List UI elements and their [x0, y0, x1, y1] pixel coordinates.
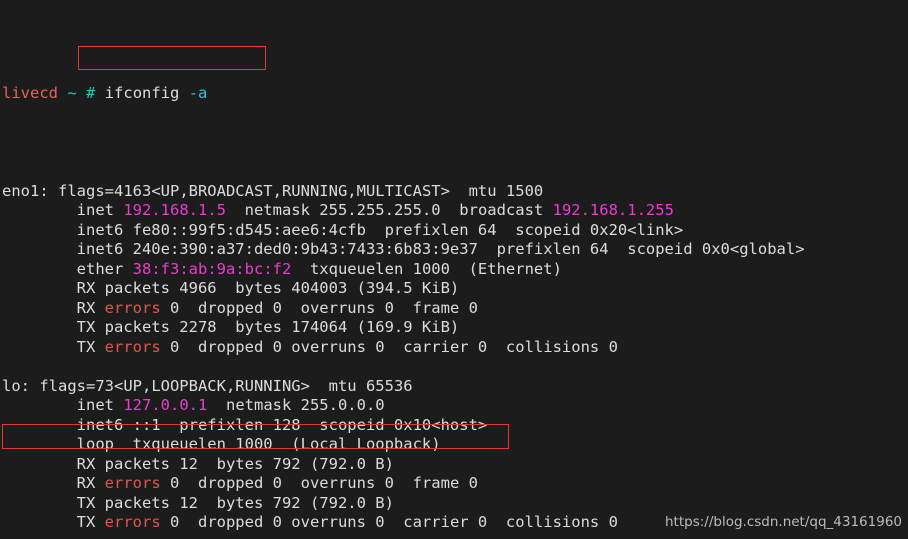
- interface-header-line: eno1: flags=4163<UP,BROADCAST,RUNNING,MU…: [2, 182, 908, 202]
- interface-detail-line: inet6 240e:390:a37:ded0:9b43:7433:6b83:9…: [2, 240, 908, 260]
- interface-header-line: lo: flags=73<UP,LOOPBACK,RUNNING> mtu 65…: [2, 377, 908, 397]
- line-segment: RX: [76, 474, 105, 492]
- command-name: ifconfig: [104, 84, 180, 102]
- terminal-window[interactable]: livecd ~ # ifconfig -a eno1: flags=4163<…: [0, 0, 908, 539]
- prompt-space-2: [77, 84, 86, 102]
- line-segment: 0 dropped 0 overruns 0 frame 0: [160, 474, 478, 492]
- line-segment: 0 dropped 0 overruns 0 carrier 0 collisi…: [160, 513, 618, 531]
- interface-detail-line: RX packets 12 bytes 792 (792.0 B): [2, 455, 908, 475]
- line-segment: ether: [76, 259, 133, 278]
- watermark: https://blog.csdn.net/qq_43161960: [664, 513, 902, 530]
- interface-detail-line: TX errors 0 dropped 0 overruns 0 carrier…: [2, 338, 908, 358]
- interface-detail-line: RX packets 4966 bytes 404003 (394.5 KiB): [2, 279, 908, 299]
- line-segment: 192.168.1.5: [123, 201, 226, 219]
- line-segment: 38:f3:ab:9a:bc:f2: [132, 259, 292, 278]
- line-segment: loop txqueuelen 1000 (Local Loopback): [76, 435, 441, 453]
- interface-flags: flags=4163<UP,BROADCAST,RUNNING,MULTICAS…: [48, 181, 544, 200]
- interface-name: eno1:: [2, 181, 49, 200]
- line-segment: RX packets 12 bytes 792 (792.0 B): [76, 454, 394, 473]
- line-segment: 0 dropped 0 overruns 0 carrier 0 collisi…: [160, 337, 618, 356]
- interface-detail-line: TX packets 2278 bytes 174064 (169.9 KiB): [2, 318, 908, 338]
- line-segment: 0 dropped 0 overruns 0 frame 0: [160, 298, 478, 317]
- prompt-space-3: [95, 84, 104, 102]
- interface-detail-line: inet 127.0.0.1 netmask 255.0.0.0: [2, 396, 908, 416]
- prompt-path: ~: [67, 84, 77, 102]
- line-segment: netmask 255.0.0.0: [207, 396, 385, 414]
- line-segment: RX packets 4966 bytes 404003 (394.5 KiB): [76, 279, 460, 297]
- prompt-symbol: #: [86, 84, 96, 102]
- line-segment: errors: [104, 513, 161, 531]
- interface-block: lo: flags=73<UP,LOOPBACK,RUNNING> mtu 65…: [2, 377, 908, 533]
- line-segment: TX packets 12 bytes 792 (792.0 B): [76, 493, 394, 512]
- line-segment: txqueuelen 1000 (Ethernet): [291, 259, 562, 278]
- command-arg: -a: [188, 84, 208, 102]
- interface-detail-line: inet6 fe80::99f5:d545:aee6:4cfb prefixle…: [2, 221, 908, 241]
- line-segment: inet6 240e:390:a37:ded0:9b43:7433:6b83:9…: [76, 240, 805, 258]
- command-space: [179, 84, 188, 102]
- line-segment: inet6 ::1 prefixlen 128 scopeid 0x10<hos…: [76, 415, 488, 434]
- prompt-space-1: [58, 84, 67, 102]
- line-segment: errors: [104, 337, 161, 356]
- line-segment: errors: [104, 298, 161, 317]
- interface-block: eno1: flags=4163<UP,BROADCAST,RUNNING,MU…: [2, 182, 908, 358]
- line-segment: TX packets 2278 bytes 174064 (169.9 KiB): [76, 318, 460, 336]
- command-prompt-line: livecd ~ # ifconfig -a: [2, 84, 908, 104]
- interface-detail-line: inet 192.168.1.5 netmask 255.255.255.0 b…: [2, 201, 908, 221]
- line-segment: errors: [104, 474, 161, 492]
- line-segment: inet6 fe80::99f5:d545:aee6:4cfb prefixle…: [76, 220, 684, 239]
- interface-detail-line: loop txqueuelen 1000 (Local Loopback): [2, 435, 908, 455]
- terminal-output: livecd ~ # ifconfig -a eno1: flags=4163<…: [2, 6, 908, 539]
- interface-detail-line: inet6 ::1 prefixlen 128 scopeid 0x10<hos…: [2, 416, 908, 436]
- line-segment: 192.168.1.255: [552, 201, 674, 219]
- interface-list: eno1: flags=4163<UP,BROADCAST,RUNNING,MU…: [2, 182, 908, 539]
- line-segment: 127.0.0.1: [123, 396, 208, 414]
- prompt-host: livecd: [2, 84, 58, 102]
- line-segment: TX: [76, 513, 105, 531]
- interface-detail-line: RX errors 0 dropped 0 overruns 0 frame 0: [2, 474, 908, 494]
- interface-detail-line: RX errors 0 dropped 0 overruns 0 frame 0: [2, 299, 908, 319]
- interface-detail-line: ether 38:f3:ab:9a:bc:f2 txqueuelen 1000 …: [2, 260, 908, 280]
- line-segment: netmask 255.255.255.0 broadcast: [225, 201, 553, 219]
- interface-name: lo:: [2, 376, 30, 395]
- line-segment: TX: [76, 337, 105, 356]
- line-segment: RX: [76, 298, 105, 317]
- line-segment: inet: [76, 396, 124, 414]
- interface-detail-line: TX packets 12 bytes 792 (792.0 B): [2, 494, 908, 514]
- interface-flags: flags=73<UP,LOOPBACK,RUNNING> mtu 65536: [30, 376, 413, 395]
- line-segment: inet: [76, 201, 124, 219]
